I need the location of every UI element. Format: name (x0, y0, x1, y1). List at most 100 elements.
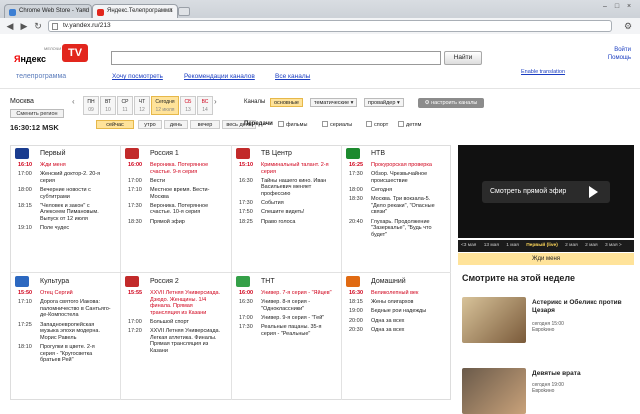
new-tab-button[interactable] (178, 7, 190, 16)
period-day[interactable]: день (164, 120, 188, 129)
program-title[interactable]: Реальные пацаны. 35-я серия - "Реальные" (261, 324, 321, 337)
channel-header[interactable]: Культура (10, 276, 115, 290)
channel-header[interactable]: Домашний (341, 276, 446, 290)
program-row[interactable]: 18:30 Прямой эфир (120, 219, 225, 226)
back-icon[interactable]: ◀ (4, 20, 16, 32)
window-close-icon[interactable]: × (624, 3, 634, 11)
channel-name[interactable]: Культура (40, 278, 69, 285)
yandex-tv-logo[interactable]: МЕЛОЧИ ЗДЕСЬ Яндекс TV (14, 42, 88, 66)
period-morning[interactable]: утро (138, 120, 162, 129)
checkbox-icon[interactable] (278, 121, 284, 127)
day-sun[interactable]: ВС 14 (197, 96, 213, 115)
reload-icon[interactable]: ↻ (32, 20, 44, 32)
program-row[interactable]: 17:10 Дорога святого Иакова: паломничеств… (10, 299, 115, 319)
ticker-item[interactable]: <3 мая (461, 243, 476, 248)
program-title[interactable]: Спешите видеть! (261, 209, 305, 215)
program-title[interactable]: Прокурорская проверка (371, 162, 432, 168)
nav-recommendations[interactable]: Рекомендации каналов (184, 73, 255, 80)
program-row[interactable]: 20:40 Глухарь. Продолжение "Зазеркалье", … (341, 219, 446, 239)
channel-name[interactable]: Домашний (371, 278, 406, 285)
channel-header[interactable]: Россия 1 (120, 148, 225, 162)
day-thu[interactable]: ЧТ 12 (134, 96, 150, 115)
channel-header[interactable]: Россия 2 (120, 276, 225, 290)
program-row[interactable]: 16:30 Универ. 8-я серия - "Одноклассники" (231, 299, 336, 312)
channel-header[interactable]: Первый (10, 148, 115, 162)
program-row[interactable]: 16:30 Великолепный век (341, 290, 446, 297)
program-row[interactable]: 16:00 Вероника. Потерянное счастье. 9-я с… (120, 162, 225, 175)
ticker-current[interactable]: Первый (live) (526, 243, 558, 248)
close-icon[interactable]: × (83, 7, 87, 14)
maximize-icon[interactable]: □ (612, 3, 622, 11)
ticker-item[interactable]: 1 мая (506, 243, 519, 248)
program-title[interactable]: Сегодня (371, 187, 392, 193)
period-evening[interactable]: вечер (190, 120, 220, 129)
program-title[interactable]: Жди меня (40, 162, 66, 168)
program-row[interactable]: 17:10 Местное время. Вести-Москва (120, 187, 225, 200)
forward-icon[interactable]: ▶ (18, 20, 30, 32)
channel-name[interactable]: Россия 2 (150, 278, 179, 285)
filter-kids[interactable]: детям (398, 121, 421, 128)
program-title[interactable]: Обзор. Чрезвычайное происшествие (371, 171, 427, 184)
watch-live-button[interactable]: Смотреть прямой эфир (482, 181, 610, 203)
program-row[interactable]: 15:50 Отец Сергий (10, 290, 115, 297)
checkbox-icon[interactable] (322, 121, 328, 127)
program-title[interactable]: Бедные рои надежды (371, 308, 426, 314)
program-row[interactable]: 15:55 XXVII Летняя Универсиада. Дзюдо. Же… (120, 290, 225, 316)
program-title[interactable]: Вероника. Потерянное счастье. 10-я серия (150, 203, 208, 216)
search-button[interactable]: Найти (444, 51, 482, 65)
program-title[interactable]: Женский доктор-2. 20-я серия (40, 171, 100, 184)
program-title[interactable]: События (261, 200, 284, 206)
program-title[interactable]: Одна за всех (371, 327, 404, 333)
program-row[interactable]: 18:00 Вечерние новости с субтитрами (10, 187, 115, 200)
address-bar[interactable]: tv.yandex.ru/213 (48, 20, 612, 32)
program-row[interactable]: 17:00 Универ. 9-я серия - "Гей" (231, 315, 336, 322)
program-row[interactable]: 18:10 Прогулки в цвете. 2-я серия - "Круг… (10, 344, 115, 364)
program-title[interactable]: Универ. 8-я серия - "Одноклассники" (261, 299, 310, 312)
channel-logo-icon[interactable] (346, 148, 360, 159)
program-row[interactable]: 17:50 Спешите видеть! (231, 209, 336, 216)
program-title[interactable]: Жены олигархов (371, 299, 413, 305)
channel-logo-icon[interactable] (15, 148, 29, 159)
channel-logo-icon[interactable] (125, 276, 139, 287)
recommendation-card[interactable]: Астерикс и Обеликс против Цезаря сегодня… (462, 297, 634, 343)
now-playing[interactable]: Жди меня (458, 253, 634, 265)
program-title[interactable]: Прогулки в цвете. 2-я серия - "Кругосвет… (40, 344, 95, 363)
card-title[interactable]: Девятые врата (532, 370, 581, 378)
day-wed[interactable]: СР 11 (117, 96, 133, 115)
channel-header[interactable]: НТВ (341, 148, 446, 162)
ticker-item[interactable]: 13 мая (484, 243, 499, 248)
enable-translation-link[interactable]: Enable translation (521, 69, 565, 75)
channel-name[interactable]: НТВ (371, 150, 385, 157)
day-sat[interactable]: СБ 13 (180, 96, 196, 115)
channel-logo-icon[interactable] (15, 276, 29, 287)
ticker-item[interactable]: 3 мая > (605, 243, 622, 248)
program-row[interactable]: 17:30 Вероника. Потерянное счастье. 10-я … (120, 203, 225, 216)
program-title[interactable]: Вечерние новости с субтитрами (40, 187, 91, 200)
day-today[interactable]: Сегодня 12 июля (151, 96, 179, 115)
program-title[interactable]: Глухарь. Продолжение "Зазеркалье", "Будь… (371, 219, 432, 238)
channels-thematic[interactable]: тематические ▾ (310, 98, 358, 107)
program-title[interactable]: Дорога святого Иакова: паломничество в С… (40, 299, 111, 318)
login-link[interactable]: Войти (608, 46, 631, 54)
program-title[interactable]: Местное время. Вести-Москва (150, 187, 209, 200)
search-input[interactable] (111, 51, 441, 65)
program-title[interactable]: Тайны нашего кино. Иван Васильевич меняе… (261, 178, 326, 197)
help-link[interactable]: Помощь (608, 54, 631, 62)
nav-all-channels[interactable]: Все каналы (275, 73, 310, 80)
channel-logo-icon[interactable] (125, 148, 139, 159)
program-row[interactable]: 17:00 Вести (120, 178, 225, 185)
channel-logo-icon[interactable] (346, 276, 360, 287)
program-row[interactable]: 16:30 Тайны нашего кино. Иван Васильевич … (231, 178, 336, 198)
program-row[interactable]: 18:00 Сегодня (341, 187, 446, 194)
filter-series[interactable]: сериалы (322, 121, 352, 128)
poster-image[interactable] (462, 368, 526, 414)
configure-channels-button[interactable]: ⚙ настроить каналы (418, 98, 484, 108)
program-title[interactable]: Отец Сергий (40, 290, 73, 296)
ticker-item[interactable]: 2 мая (585, 243, 598, 248)
program-row[interactable]: 17:30 Обзор. Чрезвычайное происшествие (341, 171, 446, 184)
program-title[interactable]: Универ. 7-я серия - "Яйцев" (261, 290, 332, 296)
minimize-icon[interactable]: – (600, 3, 610, 11)
program-title[interactable]: Одна за всех (371, 318, 404, 324)
channels-main[interactable]: основные (270, 98, 303, 107)
program-row[interactable]: 20:00 Одна за всех (341, 318, 446, 325)
